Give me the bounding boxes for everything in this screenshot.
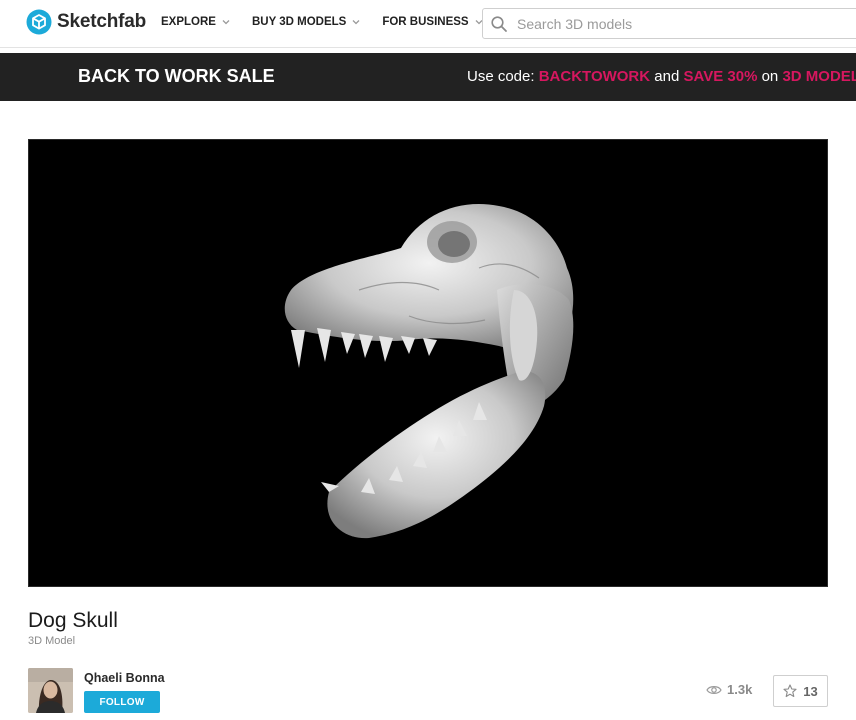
like-button[interactable]: 13 [773, 675, 828, 707]
follow-button[interactable]: FOLLOW [84, 691, 160, 713]
star-icon [783, 684, 797, 698]
author-name[interactable]: Qhaeli Bonna [84, 671, 165, 685]
views-counter: 1.3k [706, 682, 752, 697]
model-title: Dog Skull [28, 609, 118, 632]
like-count: 13 [803, 683, 818, 699]
eye-icon [706, 684, 722, 696]
nav-buy-3d-models-label: BUY 3D MODELS [251, 16, 347, 28]
model-viewer[interactable] [28, 139, 828, 587]
chevron-down-icon [222, 18, 230, 26]
search-input[interactable] [517, 15, 847, 32]
dog-skull-render [284, 203, 574, 539]
nav-for-business[interactable]: FOR BUSINESS [382, 16, 483, 28]
banner-and-text: and [650, 68, 684, 85]
avatar[interactable] [28, 668, 73, 713]
logo-text: Sketchfab [57, 11, 147, 32]
banner-title: BACK TO WORK SALE [78, 66, 275, 86]
main-nav: EXPLORE BUY 3D MODELS FOR BUSINESS [161, 16, 505, 28]
nav-explore[interactable]: EXPLORE [161, 16, 230, 28]
nav-for-business-label: FOR BUSINESS [382, 16, 469, 28]
nav-buy-3d-models[interactable]: BUY 3D MODELS [252, 16, 360, 28]
sketchfab-logo[interactable]: Sketchfab [26, 9, 146, 35]
chevron-down-icon [352, 18, 360, 26]
nav-explore-label: EXPLORE [161, 16, 216, 28]
search-icon[interactable] [490, 15, 508, 33]
sketchfab-cube-icon [26, 9, 52, 35]
banner-discount: SAVE 30% [683, 68, 758, 85]
promo-banner[interactable]: BACK TO WORK SALE Use code: BACKTOWORK a… [0, 53, 856, 101]
banner-promo-code: BACKTOWORK [538, 68, 651, 85]
banner-promo-text: Use code: BACKTOWORK and SAVE 30% on 3D … [467, 68, 856, 85]
model-type: 3D Model [28, 635, 76, 647]
views-count: 1.3k [727, 682, 753, 697]
top-header: Sketchfab EXPLORE BUY 3D MODELS FOR BUSI… [0, 0, 856, 48]
search-box [482, 8, 856, 39]
banner-on-text: on [757, 68, 783, 85]
banner-use-code-text: Use code: [467, 68, 539, 85]
banner-target: 3D MODELS [782, 68, 856, 85]
